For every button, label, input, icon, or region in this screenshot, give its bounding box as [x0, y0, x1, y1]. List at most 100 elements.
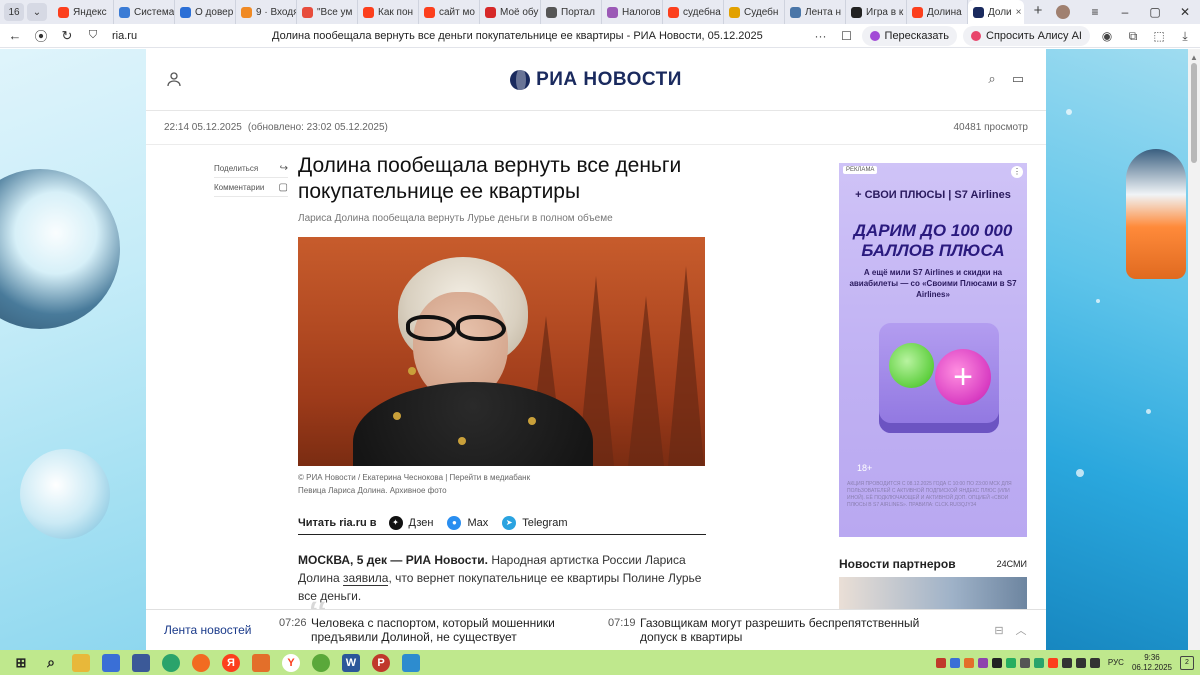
- tray-icon[interactable]: [991, 657, 1002, 668]
- collapse-icon[interactable]: ⊟: [992, 623, 1006, 637]
- yandex-button-icon[interactable]: ⦿: [30, 25, 52, 47]
- tab-favicon-icon: [668, 6, 679, 18]
- browser-tab[interactable]: Моё обу: [480, 0, 541, 24]
- user-icon[interactable]: [166, 71, 182, 87]
- torrent-icon[interactable]: [312, 653, 330, 672]
- browser-tab[interactable]: Система: [114, 0, 175, 24]
- notifications-icon[interactable]: 2: [1180, 655, 1194, 670]
- chat-icon[interactable]: ▭: [1010, 71, 1026, 87]
- browser-tab[interactable]: Яндекс: [53, 0, 114, 24]
- browser-tab[interactable]: Игра в к: [846, 0, 907, 24]
- app-icon[interactable]: [132, 653, 150, 672]
- profile-extension-icon[interactable]: ⬚: [1150, 29, 1168, 43]
- browser-tab[interactable]: О довер: [175, 0, 236, 24]
- active-browser-tab[interactable]: Доли ×: [968, 0, 1024, 24]
- comments-button[interactable]: Комментарии ▢: [214, 178, 288, 197]
- browser-tab[interactable]: Как пон: [358, 0, 419, 24]
- profile-avatar[interactable]: [1056, 5, 1070, 19]
- firefox-icon[interactable]: [192, 653, 210, 672]
- ticker-item[interactable]: Человека с паспортом, который мошенники …: [311, 616, 608, 644]
- search-icon[interactable]: ⌕: [42, 654, 60, 672]
- tray-icon[interactable]: [949, 657, 960, 668]
- more-icon[interactable]: ···: [812, 29, 830, 43]
- shield-app-icon[interactable]: [252, 653, 270, 672]
- url-field[interactable]: ria.ru: [112, 30, 272, 42]
- browser-tab[interactable]: Лента н: [785, 0, 846, 24]
- tray-icon[interactable]: [963, 657, 974, 668]
- maximize-icon[interactable]: ▢: [1140, 5, 1170, 19]
- back-arrow-icon[interactable]: ←: [4, 25, 26, 47]
- chevron-up-icon[interactable]: ︿: [1014, 623, 1028, 637]
- address-bar-actions: ··· ☐ Пересказать Спросить Алису AI ◉ ⧉ …: [804, 26, 1194, 46]
- lead-link[interactable]: заявила: [343, 571, 389, 586]
- windows-start-icon[interactable]: ⊞: [12, 654, 30, 672]
- ad-menu-icon[interactable]: ⋮: [1011, 166, 1023, 178]
- reload-icon[interactable]: ↻: [56, 25, 78, 47]
- yandex-browser-icon[interactable]: Y: [282, 653, 300, 672]
- ticker-item[interactable]: Газовщикам могут разрешить беспрепятстве…: [640, 616, 937, 644]
- close-window-icon[interactable]: ✕: [1170, 5, 1200, 19]
- scroll-up-arrow-icon[interactable]: ▲: [1190, 53, 1198, 62]
- page-scrollbar[interactable]: ▲: [1188, 49, 1200, 650]
- tabs-menu-chevron-icon[interactable]: ⌄: [27, 3, 47, 21]
- browser-tab[interactable]: Долина: [907, 0, 968, 24]
- scrollbar-thumb[interactable]: [1191, 63, 1197, 163]
- telegram-link[interactable]: ➤ Telegram: [502, 515, 568, 530]
- tray-icon[interactable]: [1019, 657, 1030, 668]
- share-button[interactable]: Поделиться ↪: [214, 159, 288, 178]
- tray-icon[interactable]: [1033, 657, 1044, 668]
- tab-count-button[interactable]: 16: [4, 3, 24, 21]
- store-icon[interactable]: [102, 653, 120, 672]
- browser-tab[interactable]: Налогов: [602, 0, 663, 24]
- tray-icon[interactable]: [977, 657, 988, 668]
- advertisement[interactable]: РЕКЛАМА ⋮ + СВОИ ПЛЮСЫ | S7 Airlines ДАР…: [839, 163, 1027, 537]
- security-shield-icon[interactable]: ⛉: [82, 25, 104, 47]
- tray-icon[interactable]: [935, 657, 946, 668]
- minimize-icon[interactable]: –: [1110, 5, 1140, 19]
- word-icon[interactable]: W: [342, 653, 360, 672]
- bookmark-icon[interactable]: ☐: [838, 29, 856, 43]
- max-link[interactable]: ● Max: [447, 515, 488, 530]
- network-icon[interactable]: [1075, 657, 1086, 668]
- ad-subtext: А ещё мили S7 Airlines и скидки на авиаб…: [849, 268, 1017, 299]
- tab-label: О довер: [195, 6, 234, 18]
- battery-icon[interactable]: [1061, 657, 1072, 668]
- image-app-icon[interactable]: [402, 653, 420, 672]
- background-right-banner[interactable]: [1046, 49, 1188, 650]
- mediabank-link[interactable]: Перейти в медиабанк: [450, 473, 531, 482]
- clock[interactable]: 9:36 06.12.2025: [1132, 653, 1172, 673]
- search-icon[interactable]: ⌕: [984, 71, 1000, 87]
- close-tab-icon[interactable]: ×: [1016, 7, 1022, 18]
- retell-button[interactable]: Пересказать: [861, 26, 958, 46]
- partner-news-source[interactable]: 24СМИ: [997, 559, 1027, 569]
- quote-icon: “: [308, 594, 328, 609]
- site-logo[interactable]: РИА НОВОСТИ: [510, 69, 682, 91]
- partner-news-image[interactable]: [839, 577, 1027, 609]
- browser-tab[interactable]: Судебн: [724, 0, 785, 24]
- browser-menu-icon[interactable]: ≡: [1080, 5, 1110, 19]
- vpn-icon[interactable]: ◉: [1098, 29, 1116, 43]
- background-left-banner[interactable]: [0, 49, 146, 650]
- language-indicator[interactable]: РУС: [1108, 658, 1124, 667]
- ticker-label[interactable]: Лента новостей: [164, 623, 279, 637]
- volume-icon[interactable]: [1089, 657, 1100, 668]
- dzen-link[interactable]: ✦ Дзен: [388, 515, 433, 530]
- browser-tab[interactable]: судебна: [663, 0, 724, 24]
- tab-favicon-icon: [119, 6, 130, 18]
- browser-tab[interactable]: "Все ум: [297, 0, 358, 24]
- download-icon[interactable]: ⤓: [1176, 29, 1194, 44]
- extensions-icon[interactable]: ⧉: [1124, 29, 1142, 44]
- file-explorer-icon[interactable]: [72, 653, 90, 672]
- browser-tab[interactable]: сайт мо: [419, 0, 480, 24]
- new-tab-button[interactable]: +: [1028, 0, 1048, 20]
- browser-tab[interactable]: Портал: [541, 0, 602, 24]
- article-photo[interactable]: [298, 237, 705, 466]
- tray-icon[interactable]: [1005, 657, 1016, 668]
- edge-icon[interactable]: [162, 653, 180, 672]
- ask-alice-button[interactable]: Спросить Алису AI: [963, 26, 1090, 46]
- tree-decoration: [628, 296, 664, 466]
- p-app-icon[interactable]: P: [372, 653, 390, 672]
- browser-tab[interactable]: 9 · Входя: [236, 0, 297, 24]
- tray-icon[interactable]: [1047, 657, 1058, 668]
- yandex-icon[interactable]: Я: [222, 653, 240, 672]
